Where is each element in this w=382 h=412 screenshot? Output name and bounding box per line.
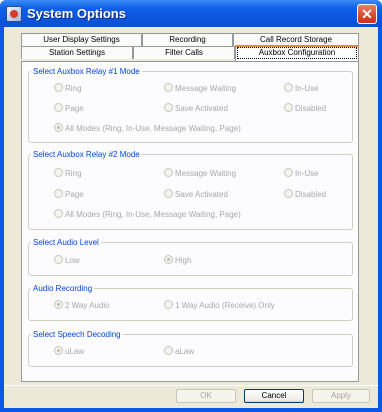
title-bar[interactable]: System Options ✕ <box>0 0 382 27</box>
divider <box>4 385 378 386</box>
relay1-save-activated-radio[interactable]: Save Activated <box>164 103 228 113</box>
auxbox-configuration-panel: Select Auxbox Relay #1 Mode Ring Message… <box>21 61 359 382</box>
two-way-audio-radio[interactable]: 2 Way Audio <box>54 300 110 310</box>
radio-checked-icon <box>54 346 63 356</box>
radio-icon <box>284 189 293 199</box>
radio-icon <box>284 83 293 93</box>
tab-filter-calls[interactable]: Filter Calls <box>133 46 235 59</box>
audio-recording-legend: Audio Recording <box>33 284 93 293</box>
close-button[interactable]: ✕ <box>357 4 377 24</box>
relay2-legend: Select Auxbox Relay #2 Mode <box>33 150 140 159</box>
tab-auxbox-configuration[interactable]: Auxbox Configuration <box>235 45 359 61</box>
radio-icon <box>54 103 63 113</box>
one-way-audio-radio[interactable]: 1 Way Audio (Receive) Only <box>164 300 275 310</box>
relay2-all-modes-radio[interactable]: All Modes (Ring, In-Use, Message Waiting… <box>54 209 241 219</box>
apply-button[interactable]: Apply <box>312 389 370 403</box>
radio-icon <box>54 255 63 265</box>
radio-checked-icon <box>164 255 173 265</box>
radio-icon <box>54 209 63 219</box>
relay1-legend: Select Auxbox Relay #1 Mode <box>33 67 140 76</box>
cancel-button[interactable]: Cancel <box>244 389 304 403</box>
ulaw-radio[interactable]: uLaw <box>54 346 84 356</box>
relay2-ring-radio[interactable]: Ring <box>54 168 81 178</box>
relay1-message-waiting-radio[interactable]: Message Waiting <box>164 83 236 93</box>
window-title: System Options <box>27 6 126 21</box>
relay2-in-use-radio[interactable]: In-Use <box>284 168 319 178</box>
radio-icon <box>284 103 293 113</box>
app-icon <box>6 6 22 22</box>
radio-icon <box>54 189 63 199</box>
tab-row-bottom: Station Settings Filter Calls Auxbox Con… <box>21 45 359 61</box>
radio-icon <box>284 168 293 178</box>
radio-checked-icon <box>54 300 63 310</box>
relay2-message-waiting-radio[interactable]: Message Waiting <box>164 168 236 178</box>
radio-icon <box>54 168 63 178</box>
alaw-radio[interactable]: aLaw <box>164 346 194 356</box>
relay1-all-modes-radio[interactable]: All Modes (Ring, In-Use, Message Waiting… <box>54 123 241 133</box>
relay1-ring-radio[interactable]: Ring <box>54 83 81 93</box>
speech-decoding-legend: Select Speech Decoding <box>33 330 121 339</box>
tab-user-display-settings[interactable]: User Display Settings <box>21 33 142 46</box>
relay2-disabled-radio[interactable]: Disabled <box>284 189 326 199</box>
radio-icon <box>164 103 173 113</box>
audio-level-legend: Select Audio Level <box>33 238 99 247</box>
tab-station-settings[interactable]: Station Settings <box>21 46 133 59</box>
radio-icon <box>164 83 173 93</box>
radio-icon <box>164 168 173 178</box>
audio-level-low-radio[interactable]: Low <box>54 255 80 265</box>
relay2-page-radio[interactable]: Page <box>54 189 84 199</box>
system-options-window: System Options ✕ User Display Settings R… <box>0 0 382 412</box>
radio-icon <box>164 300 173 310</box>
ok-button[interactable]: OK <box>176 389 236 403</box>
tab-recording[interactable]: Recording <box>142 33 233 46</box>
radio-icon <box>164 346 173 356</box>
relay1-in-use-radio[interactable]: In-Use <box>284 83 319 93</box>
radio-icon <box>54 83 63 93</box>
dialog-client-area: User Display Settings Recording Call Rec… <box>4 27 378 408</box>
relay1-disabled-radio[interactable]: Disabled <box>284 103 326 113</box>
relay1-page-radio[interactable]: Page <box>54 103 84 113</box>
radio-checked-icon <box>54 123 63 133</box>
relay2-save-activated-radio[interactable]: Save Activated <box>164 189 228 199</box>
audio-level-high-radio[interactable]: High <box>164 255 191 265</box>
radio-icon <box>164 189 173 199</box>
